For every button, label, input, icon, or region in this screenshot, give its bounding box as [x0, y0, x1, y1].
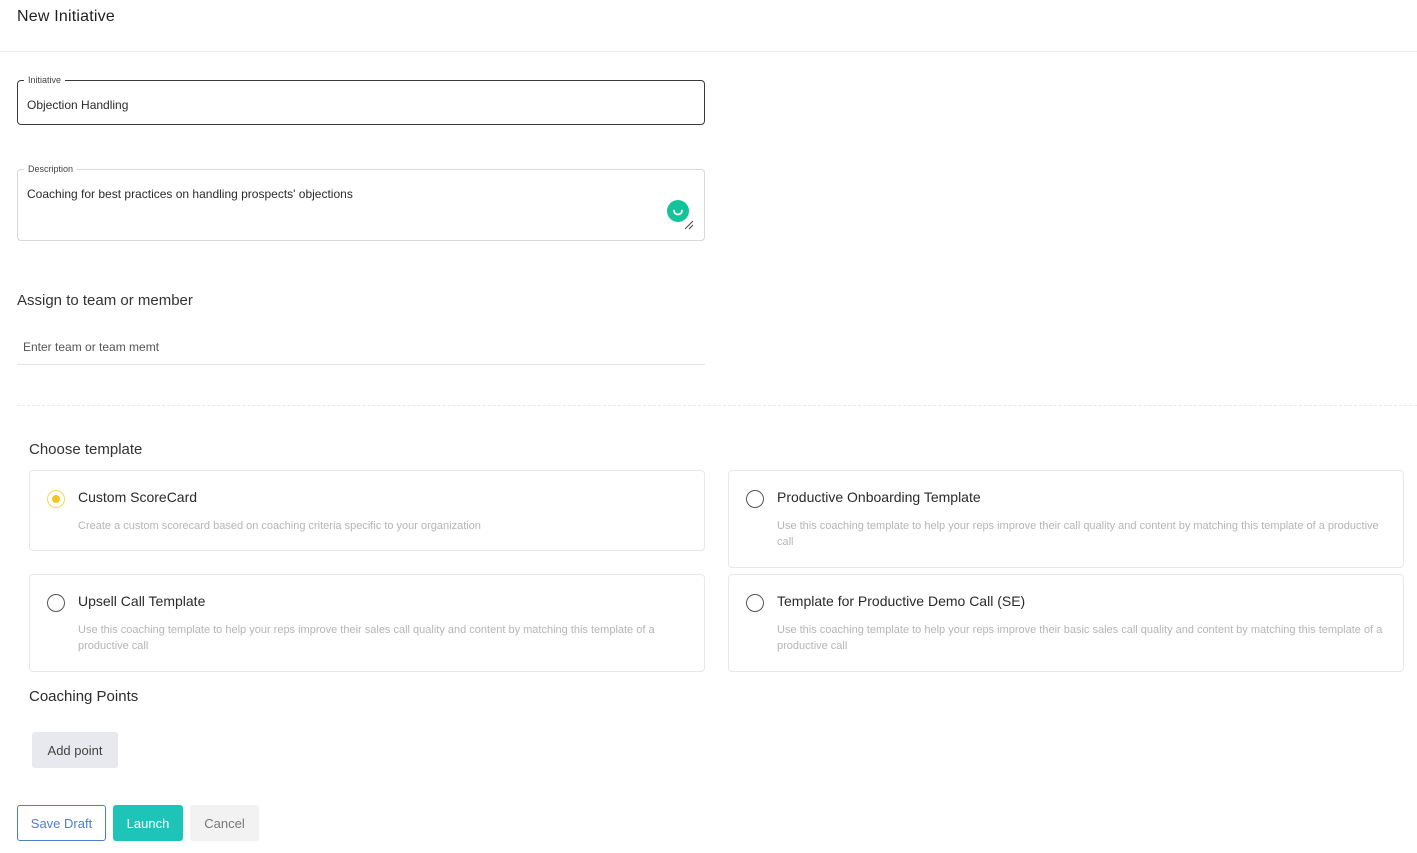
template-card-productive-onboarding[interactable]: Productive Onboarding Template Use this …: [728, 470, 1404, 568]
template-card-productive-demo-call[interactable]: Template for Productive Demo Call (SE) U…: [728, 574, 1404, 672]
choose-template-label: Choose template: [29, 441, 143, 458]
launch-button[interactable]: Launch: [113, 805, 183, 841]
header-divider: [0, 51, 1417, 52]
template-title: Upsell Call Template: [78, 593, 206, 609]
radio-icon[interactable]: [746, 594, 764, 612]
radio-icon[interactable]: [47, 594, 65, 612]
radio-icon[interactable]: [746, 490, 764, 508]
cancel-button[interactable]: Cancel: [190, 805, 259, 841]
section-divider: [17, 405, 1417, 406]
resize-handle-icon[interactable]: [684, 220, 694, 230]
coaching-points-label: Coaching Points: [29, 688, 139, 705]
initiative-label: Initiative: [24, 74, 66, 86]
radio-selected-icon[interactable]: [47, 490, 65, 508]
description-label: Description: [24, 163, 78, 175]
grammar-assistant-icon[interactable]: [667, 200, 689, 222]
template-card-custom-scorecard[interactable]: Custom ScoreCard Create a custom scoreca…: [29, 470, 705, 551]
initiative-value[interactable]: Objection Handling: [27, 98, 128, 112]
template-title: Custom ScoreCard: [78, 489, 198, 505]
template-card-upsell-call[interactable]: Upsell Call Template Use this coaching t…: [29, 574, 705, 672]
save-draft-button[interactable]: Save Draft: [17, 805, 106, 841]
description-value[interactable]: Coaching for best practices on handling …: [27, 187, 353, 201]
description-field[interactable]: Description Coaching for best practices …: [17, 163, 705, 241]
template-title: Template for Productive Demo Call (SE): [777, 593, 1026, 609]
template-description: Use this coaching template to help your …: [777, 624, 1383, 652]
template-description: Create a custom scorecard based on coach…: [78, 520, 481, 532]
page-title: New Initiative: [17, 8, 115, 25]
template-title: Productive Onboarding Template: [777, 489, 981, 505]
assign-input[interactable]: [17, 330, 705, 365]
template-description: Use this coaching template to help your …: [777, 520, 1379, 548]
template-description: Use this coaching template to help your …: [78, 624, 655, 652]
add-point-button[interactable]: Add point: [32, 732, 118, 768]
initiative-field[interactable]: Initiative Objection Handling: [17, 74, 705, 125]
assign-label: Assign to team or member: [17, 292, 193, 309]
